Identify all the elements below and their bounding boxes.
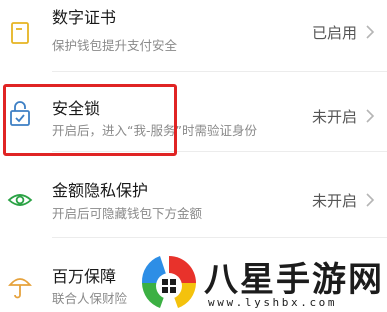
row-subtitle: 联合人保财险: [52, 291, 128, 306]
chevron-right-icon: [366, 109, 375, 123]
status-text: 未开启: [311, 192, 357, 210]
row-title: 金额隐私保护: [52, 181, 149, 200]
row-amount-privacy[interactable]: 金额隐私保护 开启后可隐藏钱包下方金额 未开启: [0, 160, 387, 238]
row-digital-certificate[interactable]: 数字证书 保护钱包提升支付安全 已启用: [0, 0, 387, 72]
chevron-right-icon: [366, 193, 375, 207]
status-text: 已启用: [311, 24, 357, 42]
site-watermark: 八星手游网 www.lyshbx.com: [138, 250, 387, 312]
certificate-icon: [0, 13, 40, 53]
chevron-right-icon: [366, 25, 375, 39]
row-title: 数字证书: [52, 8, 117, 27]
watermark-logo-icon: [141, 256, 196, 308]
eye-icon: [0, 180, 40, 220]
row-subtitle: 保护钱包提升支付安全: [52, 38, 178, 53]
row-subtitle: 开启后可隐藏钱包下方金额: [52, 206, 203, 221]
watermark-url: www.lyshbx.com: [208, 296, 338, 309]
divider: [52, 71, 387, 72]
row-title: 百万保障: [52, 267, 117, 286]
divider: [52, 237, 387, 238]
watermark-text: 八星手游网: [204, 260, 384, 300]
highlight-annotation-box: [3, 84, 177, 156]
status-text: 未开启: [311, 108, 357, 126]
umbrella-icon: [0, 266, 40, 306]
